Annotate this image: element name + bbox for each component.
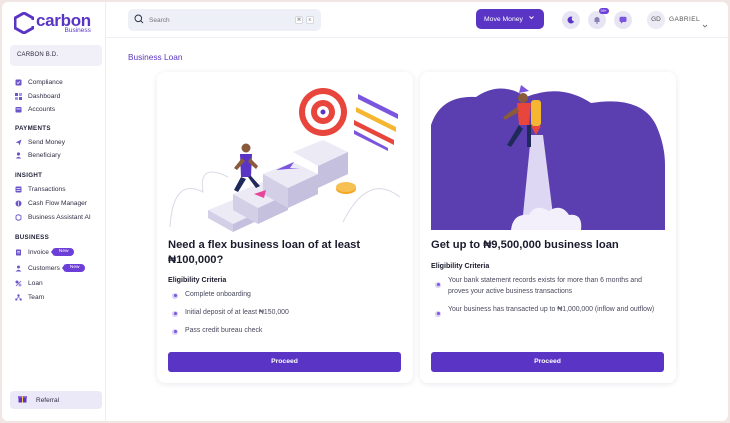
kbd-command-key: ⌘ bbox=[295, 16, 303, 24]
move-money-label: Move Money bbox=[484, 15, 523, 23]
search-input[interactable] bbox=[149, 16, 289, 24]
sidebar-item-beneficiary[interactable]: Beneficiary bbox=[15, 150, 61, 160]
search-box[interactable]: ⌘ K bbox=[128, 9, 321, 31]
criteria-text: Your bank statement records exists for m… bbox=[448, 277, 642, 295]
bullet-icon bbox=[172, 292, 178, 299]
sidebar-item-customers[interactable]: Customers New bbox=[15, 263, 85, 273]
sidebar-item-label: Transactions bbox=[28, 185, 66, 193]
criteria-item: Pass credit bureau check bbox=[172, 326, 262, 337]
sidebar-item-cash-flow-manager[interactable]: Cash Flow Manager bbox=[15, 198, 87, 208]
sidebar-section-payments: PAYMENTS bbox=[15, 125, 51, 132]
chevron-down-icon bbox=[528, 14, 535, 23]
move-money-button[interactable]: Move Money bbox=[476, 9, 544, 29]
sidebar-section-insight: INSIGHT bbox=[15, 172, 43, 179]
sidebar-item-label: Invoice bbox=[28, 248, 49, 256]
sidebar-item-team[interactable]: Team bbox=[15, 292, 44, 302]
messages-button[interactable] bbox=[614, 11, 632, 29]
card-title: Get up to ₦9,500,000 business loan bbox=[431, 239, 619, 251]
sidebar-item-label: Compliance bbox=[28, 78, 63, 86]
new-badge: New bbox=[61, 264, 85, 272]
carbon-logo[interactable]: carbon Business bbox=[14, 10, 91, 36]
compliance-icon bbox=[15, 79, 22, 86]
card-title: Need a flex business loan of at least ₦1… bbox=[168, 239, 361, 266]
sidebar-item-loan[interactable]: Loan bbox=[15, 278, 43, 288]
referral-button[interactable]: Referral bbox=[10, 391, 102, 409]
criteria-text: Initial deposit of at least ₦150,000 bbox=[185, 309, 289, 316]
rocket-person-illustration bbox=[431, 85, 665, 230]
invoice-icon bbox=[15, 249, 22, 256]
sidebar-item-send-money[interactable]: Send Money bbox=[15, 137, 65, 147]
sidebar-item-business-assistant-ai[interactable]: Business Assistant AI bbox=[15, 212, 91, 222]
bullet-icon bbox=[435, 281, 441, 288]
avatar[interactable]: GD bbox=[647, 11, 665, 29]
sidebar-item-label: Customers bbox=[28, 264, 60, 272]
sidebar-section-business: BUSINESS bbox=[15, 234, 50, 241]
notification-count-badge: 99+ bbox=[598, 8, 609, 14]
flex-loan-card: Need a flex business loan of at least ₦1… bbox=[157, 72, 413, 383]
page-title: Business Loan bbox=[128, 52, 183, 62]
criteria-text: Your business has transacted up to ₦1,00… bbox=[448, 306, 655, 313]
beneficiary-icon bbox=[15, 151, 22, 159]
customers-icon bbox=[15, 265, 22, 272]
kbd-k-key: K bbox=[306, 16, 314, 24]
sidebar-item-compliance[interactable]: Compliance bbox=[15, 77, 63, 87]
top-bar: ⌘ K Move Money 99+ GD GABRIEL bbox=[106, 2, 728, 38]
sidebar: carbon Business CARBON B.D. Compliance D… bbox=[2, 2, 106, 421]
chevron-down-icon[interactable] bbox=[702, 16, 708, 34]
user-name[interactable]: GABRIEL bbox=[669, 16, 700, 23]
proceed-button[interactable]: Proceed bbox=[168, 352, 401, 372]
new-badge: New bbox=[50, 248, 74, 256]
bullet-icon bbox=[172, 310, 178, 317]
criteria-item: Your business has transacted up to ₦1,00… bbox=[435, 305, 660, 317]
criteria-item: Complete onboarding bbox=[172, 290, 251, 301]
dark-mode-toggle[interactable] bbox=[562, 11, 580, 29]
transactions-icon bbox=[15, 186, 22, 193]
accounts-icon bbox=[15, 106, 22, 113]
sidebar-item-label: Business Assistant AI bbox=[28, 213, 91, 221]
sidebar-item-label: Team bbox=[28, 293, 45, 301]
sidebar-item-label: Dashboard bbox=[28, 92, 61, 100]
notifications-button[interactable]: 99+ bbox=[588, 8, 609, 29]
sidebar-item-dashboard[interactable]: Dashboard bbox=[15, 91, 60, 101]
bullet-icon bbox=[435, 310, 441, 317]
assistant-icon bbox=[15, 213, 22, 221]
moon-icon bbox=[567, 11, 575, 29]
eligibility-heading: Eligibility Criteria bbox=[168, 276, 227, 284]
criteria-text: Pass credit bureau check bbox=[185, 327, 263, 334]
dashboard-icon bbox=[15, 92, 22, 100]
eligibility-heading: Eligibility Criteria bbox=[431, 262, 490, 270]
sidebar-item-label: Accounts bbox=[28, 105, 56, 113]
sidebar-item-label: Loan bbox=[28, 279, 43, 287]
max-loan-card: Get up to ₦9,500,000 business loan Eligi… bbox=[420, 72, 676, 383]
sidebar-item-label: Beneficiary bbox=[28, 151, 61, 159]
send-icon bbox=[15, 139, 22, 146]
search-icon bbox=[134, 11, 144, 29]
sidebar-item-transactions[interactable]: Transactions bbox=[15, 184, 66, 194]
carbon-logo-mark-icon bbox=[14, 12, 34, 34]
criteria-item: Initial deposit of at least ₦150,000 bbox=[172, 308, 289, 319]
sidebar-item-invoice[interactable]: Invoice New bbox=[15, 247, 74, 257]
bullet-icon bbox=[172, 328, 178, 335]
criteria-item: Your bank statement records exists for m… bbox=[435, 276, 660, 297]
sidebar-item-label: Cash Flow Manager bbox=[28, 199, 88, 207]
loan-icon bbox=[15, 280, 22, 287]
referral-label: Referral bbox=[36, 396, 60, 404]
gift-icon bbox=[18, 395, 27, 405]
team-icon bbox=[15, 293, 22, 301]
org-switcher[interactable]: CARBON B.D. bbox=[10, 45, 102, 66]
sidebar-item-accounts[interactable]: Accounts bbox=[15, 104, 55, 114]
stairs-target-illustration bbox=[169, 88, 401, 232]
cashflow-icon bbox=[15, 200, 22, 207]
app-window: carbon Business CARBON B.D. Compliance D… bbox=[2, 2, 728, 421]
chat-icon bbox=[619, 11, 627, 29]
proceed-button[interactable]: Proceed bbox=[431, 352, 664, 372]
sidebar-item-label: Send Money bbox=[28, 138, 66, 146]
criteria-text: Complete onboarding bbox=[185, 291, 251, 298]
